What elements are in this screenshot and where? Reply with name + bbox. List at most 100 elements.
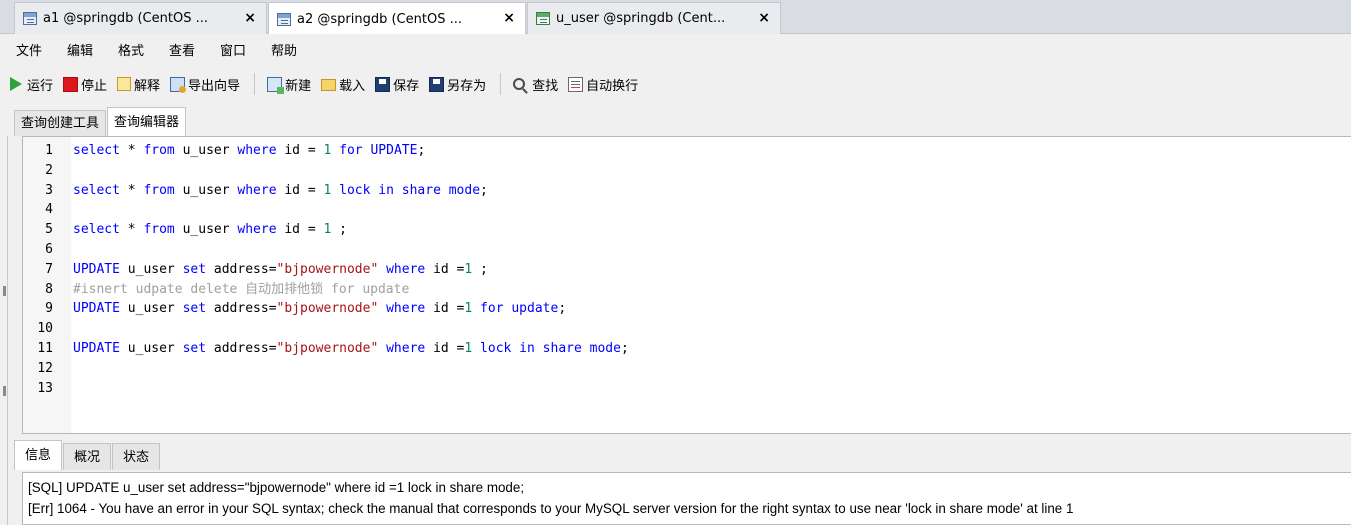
- save-button[interactable]: 保存: [375, 71, 419, 97]
- code-token: where: [386, 301, 426, 317]
- tab-profile[interactable]: 概况: [63, 443, 112, 470]
- code-token: from: [143, 182, 175, 198]
- code-token: id =: [276, 182, 324, 198]
- collapse-handle[interactable]: [3, 386, 6, 396]
- window-tab-a2[interactable]: a2 @springdb (CentOS ... ×: [268, 2, 526, 35]
- code-token: set: [182, 261, 207, 277]
- word-wrap-button[interactable]: 自动换行: [568, 71, 638, 97]
- line-number: 5: [45, 222, 53, 238]
- table-icon: [536, 12, 550, 25]
- explain-icon: [117, 77, 132, 91]
- new-button[interactable]: 新建: [267, 71, 311, 97]
- find-button[interactable]: 查找: [513, 71, 558, 97]
- query-icon: [23, 12, 37, 25]
- run-button[interactable]: 运行: [10, 71, 53, 97]
- export-wizard-button[interactable]: 导出向导: [170, 71, 240, 97]
- code-token: u_user: [119, 261, 183, 277]
- menu-window[interactable]: 窗口: [220, 40, 271, 59]
- code-text: select * from u_user where id = 1 lock i…: [73, 181, 488, 201]
- code-token: select: [73, 143, 120, 158]
- menu-bar: 文件 编辑 格式 查看 窗口 帮助: [0, 34, 1351, 64]
- code-token: for UPDATE: [339, 143, 418, 158]
- code-token: "bjpowernode": [276, 341, 379, 356]
- menu-view[interactable]: 查看: [169, 40, 220, 59]
- code-token: id =: [276, 143, 324, 158]
- line-number: 13: [37, 380, 53, 396]
- code-token: ;: [558, 301, 567, 317]
- code-token: address=: [206, 341, 277, 356]
- window-tab-u-user[interactable]: u_user @springdb (Cent... ×: [527, 2, 781, 34]
- code-token: ;: [331, 222, 347, 238]
- save-as-button[interactable]: 另存为: [429, 71, 486, 97]
- close-icon[interactable]: ×: [244, 10, 256, 26]
- toolbar-divider: [254, 73, 256, 95]
- sql-editor[interactable]: 1 select * from u_user where id = 1 for U…: [22, 136, 1351, 434]
- collapse-handle[interactable]: [3, 286, 6, 296]
- window-tab-a1[interactable]: a1 @springdb (CentOS ... ×: [14, 2, 267, 34]
- code-token: ;: [480, 182, 488, 198]
- close-icon[interactable]: ×: [503, 10, 515, 26]
- tab-status[interactable]: 状态: [112, 443, 161, 470]
- stop-button[interactable]: 停止: [63, 71, 107, 97]
- save-label: 保存: [393, 78, 420, 94]
- code-token: where: [386, 261, 426, 277]
- window-tab-label: u_user @springdb (Cent...: [556, 11, 726, 26]
- code-text: UPDATE u_user set address="bjpowernode" …: [73, 339, 629, 359]
- code-token: from: [143, 222, 175, 238]
- code-token: address=: [206, 301, 277, 317]
- code-text: UPDATE u_user set address="bjpowernode" …: [73, 299, 566, 319]
- code-token: u_user: [174, 222, 238, 238]
- folder-icon: [321, 79, 337, 91]
- code-token: u_user: [119, 301, 183, 317]
- code-token: "bjpowernode": [276, 301, 379, 317]
- line-number: 7: [45, 261, 53, 277]
- query-icon: [277, 12, 291, 26]
- code-token: where: [237, 143, 277, 158]
- sql-message: [SQL] UPDATE u_user set address="bjpower…: [28, 480, 525, 495]
- save-as-label: 另存为: [447, 78, 487, 94]
- word-wrap-icon: [568, 76, 584, 92]
- run-label: 运行: [27, 78, 54, 94]
- menu-edit[interactable]: 编辑: [67, 40, 118, 59]
- line-number: 10: [37, 321, 53, 337]
- menu-file[interactable]: 文件: [16, 40, 67, 59]
- tab-query-editor[interactable]: 查询编辑器: [107, 107, 187, 136]
- save-icon: [375, 76, 391, 92]
- new-query-icon: [267, 76, 285, 94]
- menu-help[interactable]: 帮助: [271, 40, 322, 59]
- code-token: from: [143, 143, 175, 158]
- save-as-icon: [429, 76, 445, 92]
- code-token: UPDATE: [73, 261, 120, 277]
- load-label: 载入: [339, 78, 366, 94]
- tab-info[interactable]: 信息: [14, 440, 63, 470]
- explain-button[interactable]: 解释: [117, 71, 160, 97]
- line-number: 3: [45, 182, 53, 198]
- code-token: *: [119, 222, 144, 238]
- code-token: u_user: [174, 182, 238, 198]
- explain-label: 解释: [134, 78, 161, 94]
- word-wrap-label: 自动换行: [586, 78, 639, 94]
- left-collapse-strip[interactable]: [0, 136, 8, 525]
- close-icon[interactable]: ×: [758, 10, 770, 26]
- find-label: 查找: [532, 78, 559, 94]
- tab-query-builder[interactable]: 查询创建工具: [14, 110, 107, 136]
- stop-label: 停止: [81, 78, 108, 94]
- code-text: UPDATE u_user set address="bjpowernode" …: [73, 260, 488, 280]
- window-tab-bar: a1 @springdb (CentOS ... × a2 @springdb …: [0, 0, 1351, 35]
- code-token: select: [73, 182, 120, 198]
- code-token: *: [119, 143, 144, 158]
- menu-format[interactable]: 格式: [118, 40, 169, 59]
- code-text: #isnert udpate delete 自动加排他锁 for update: [73, 280, 409, 300]
- export-wizard-label: 导出向导: [188, 78, 241, 94]
- code-token: u_user: [174, 143, 238, 158]
- code-token: ;: [417, 143, 426, 158]
- load-button[interactable]: 载入: [321, 71, 365, 97]
- code-text: select * from u_user where id = 1 for UP…: [73, 141, 425, 161]
